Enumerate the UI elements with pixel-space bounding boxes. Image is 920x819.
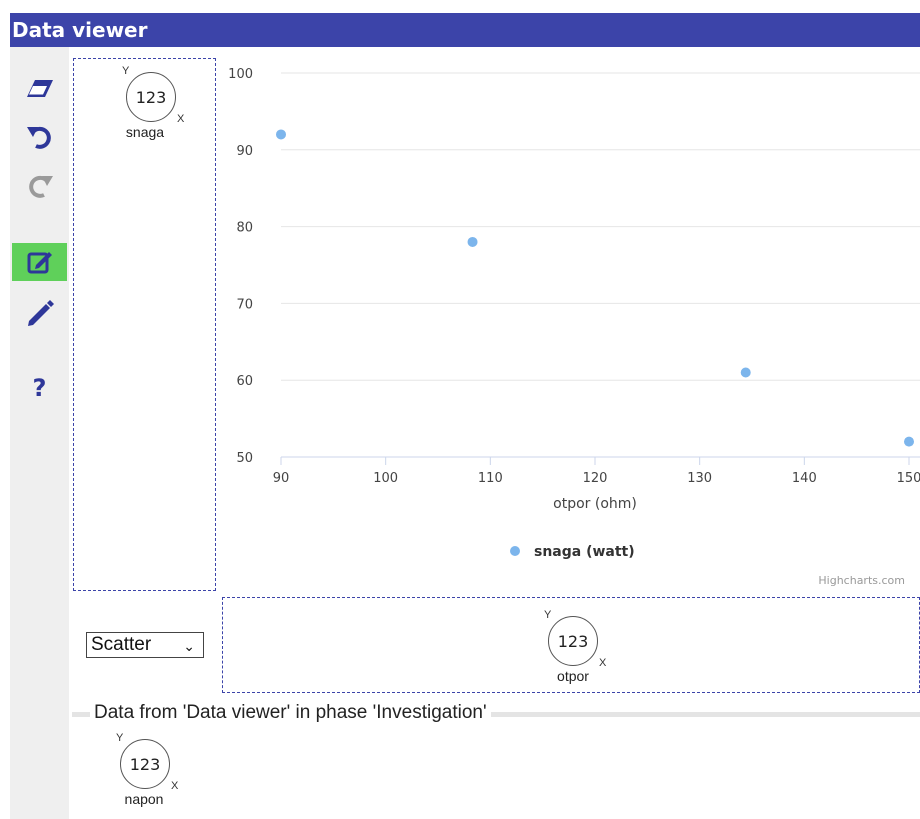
data-section-header: Data from 'Data viewer' in phase 'Invest… xyxy=(72,701,920,724)
attribute-name: snaga xyxy=(125,124,165,140)
scatter-chart: 50 60 70 80 90 100 90 100 110 120 130 140 150 otpor (… xyxy=(228,67,920,587)
help-button[interactable]: ? xyxy=(12,369,67,407)
redo-button[interactable] xyxy=(12,167,67,205)
undo-button[interactable] xyxy=(12,118,67,156)
y-attribute-chip[interactable]: Y 123 X snaga xyxy=(105,59,185,140)
y-tick-label: 70 xyxy=(236,297,253,312)
y-marker: Y xyxy=(122,65,130,77)
x-axis-title: otpor (ohm) xyxy=(553,496,637,512)
chart-type-value: Scatter xyxy=(91,634,152,655)
data-section-title: Data from 'Data viewer' in phase 'Invest… xyxy=(90,702,491,724)
numeric-attribute-icon: 123 xyxy=(120,739,170,789)
chart-type-select[interactable]: Scatter ⌄ xyxy=(86,632,204,658)
x-tick-label: 120 xyxy=(583,471,608,486)
y-tick-label: 60 xyxy=(236,374,253,389)
y-axis-drop-zone[interactable]: Y 123 X snaga xyxy=(73,58,216,591)
x-axis-drop-zone[interactable]: Y 123 X otpor xyxy=(222,597,920,693)
numeric-attribute-icon: 123 xyxy=(548,616,598,666)
data-point xyxy=(740,367,751,378)
legend-marker xyxy=(510,546,520,556)
x-tick-label: 100 xyxy=(373,471,398,486)
credits-label: Highcharts.com xyxy=(818,574,905,587)
x-attribute-chip[interactable]: Y 123 X otpor xyxy=(527,603,607,684)
data-point xyxy=(904,436,914,447)
toolbar: ? xyxy=(10,47,69,819)
edit-box-icon xyxy=(27,252,52,274)
window-title: Data viewer xyxy=(10,13,920,47)
numeric-attribute-icon: 123 xyxy=(126,72,176,122)
edit-box-button[interactable] xyxy=(12,243,67,281)
eraser-button[interactable] xyxy=(12,69,67,107)
x-tick-label: 150 xyxy=(897,471,920,486)
x-tick-label: 90 xyxy=(273,471,290,486)
undo-icon xyxy=(26,126,51,149)
data-point xyxy=(467,236,478,247)
y-tick-label: 90 xyxy=(236,144,253,159)
y-tick-label: 50 xyxy=(236,451,253,466)
help-icon: ? xyxy=(32,374,47,402)
data-point xyxy=(276,129,286,140)
attribute-name: otpor xyxy=(557,668,589,684)
x-tick-label: 110 xyxy=(478,471,503,486)
eraser-icon xyxy=(26,80,53,97)
legend-label: snaga (watt) xyxy=(534,544,635,560)
x-tick-label: 130 xyxy=(687,471,712,486)
y-marker: Y xyxy=(544,609,552,621)
pencil-button[interactable] xyxy=(12,293,67,331)
y-marker: Y xyxy=(116,732,124,744)
attribute-name: napon xyxy=(124,791,164,807)
y-tick-label: 100 xyxy=(228,67,253,82)
data-attribute-chip[interactable]: Y 123 X napon xyxy=(99,726,179,807)
y-tick-label: 80 xyxy=(236,221,253,236)
chevron-down-icon: ⌄ xyxy=(183,638,195,654)
pencil-icon xyxy=(27,300,54,326)
redo-icon xyxy=(28,175,53,198)
x-tick-label: 140 xyxy=(792,471,817,486)
